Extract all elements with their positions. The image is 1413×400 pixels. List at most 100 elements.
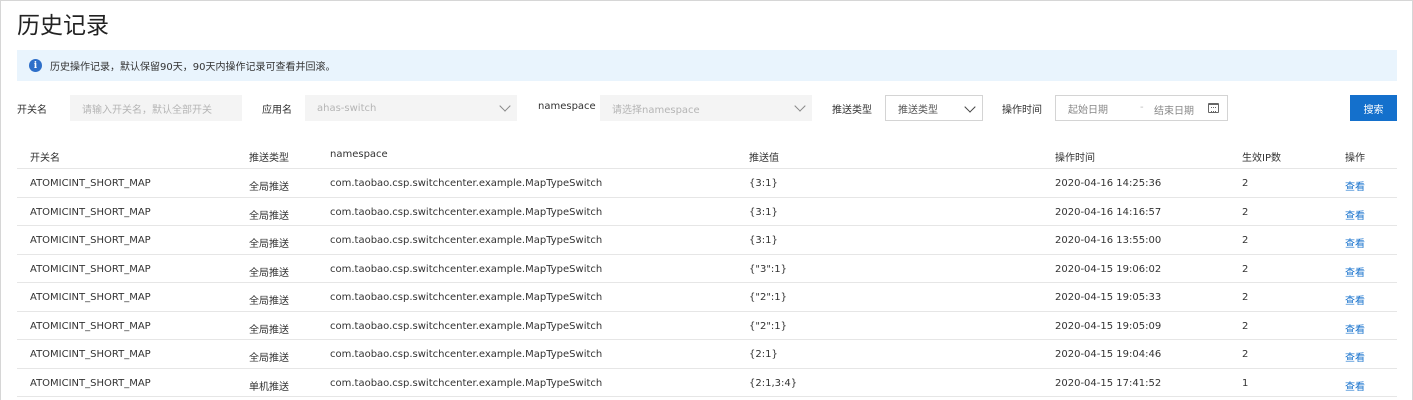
view-link[interactable]: 查看 (1345, 378, 1365, 393)
cell-push-value: {"2":1} (749, 320, 788, 332)
chevron-down-icon (964, 101, 976, 113)
view-link[interactable]: 查看 (1345, 321, 1365, 336)
view-link[interactable]: 查看 (1345, 292, 1365, 307)
view-link[interactable]: 查看 (1345, 178, 1365, 193)
cell-op-time: 2020-04-15 19:06:02 (1055, 263, 1162, 275)
cell-push-value: {3:1} (749, 206, 778, 218)
date-separator: - (1140, 102, 1144, 113)
namespace-select[interactable]: 请选择namespace (600, 95, 812, 121)
cell-push-type: 全局推送 (249, 267, 289, 279)
table-row: ATOMICINT_SHORT_MAP 全局推送 com.taobao.csp.sw… (17, 283, 1397, 312)
cell-namespace: com.taobao.csp.switchcenter.example.MapT… (330, 349, 603, 360)
cell-ip-count: 2 (1242, 178, 1249, 189)
cell-namespace: com.taobao.csp.switchcenter.example.MapT… (330, 206, 603, 218)
cell-push-type: 全局推送 (249, 296, 289, 307)
cell-push-type: 单机推送 (249, 381, 289, 393)
search-button[interactable]: 搜索 (1350, 95, 1397, 121)
app-label: 应用名 (262, 105, 292, 116)
cell-ip-count: 1 (1242, 377, 1249, 389)
push-type-label: 推送类型 (832, 105, 872, 116)
cell-push-type: 全局推送 (249, 182, 289, 193)
date-range-picker[interactable]: 起始日期 - 结束日期 (1055, 95, 1228, 121)
cell-op-time: 2020-04-15 19:05:33 (1055, 292, 1162, 303)
namespace-placeholder: 请选择namespace (612, 104, 700, 116)
cell-namespace: com.taobao.csp.switchcenter.example.MapT… (330, 377, 603, 389)
chevron-down-icon (794, 100, 806, 112)
cell-ip-count: 2 (1242, 206, 1249, 218)
cell-op-time: 2020-04-15 19:04:46 (1055, 349, 1162, 360)
column-header-push-type: 推送类型 (249, 153, 289, 164)
column-header-op-time: 操作时间 (1055, 153, 1095, 164)
table-body: ATOMICINT_SHORT_MAP 全局推送 com.taobao.csp.sw… (17, 169, 1397, 397)
column-header-ip-count: 生效IP数 (1242, 153, 1281, 164)
end-date-input[interactable]: 结束日期 (1154, 102, 1194, 117)
app-select[interactable]: ahas-switch (305, 95, 517, 121)
view-link[interactable]: 查看 (1345, 264, 1365, 279)
cell-op-time: 2020-04-16 13:55:00 (1055, 235, 1162, 246)
cell-op-time: 2020-04-15 19:05:09 (1055, 320, 1162, 332)
cell-ip-count: 2 (1242, 320, 1249, 332)
cell-ip-count: 2 (1242, 235, 1249, 246)
view-link[interactable]: 查看 (1345, 207, 1365, 222)
cell-push-type: 全局推送 (249, 210, 289, 222)
cell-push-value: {"3":1} (749, 263, 788, 275)
view-link[interactable]: 查看 (1345, 235, 1365, 250)
column-header-action: 操作 (1345, 153, 1365, 164)
cell-namespace: com.taobao.csp.switchcenter.example.MapT… (330, 178, 603, 189)
cell-switch-name: ATOMICINT_SHORT_MAP (30, 235, 151, 246)
cell-op-time: 2020-04-16 14:16:57 (1055, 206, 1162, 218)
table-row: ATOMICINT_SHORT_MAP 单机推送 com.taobao.csp.sw… (17, 369, 1397, 397)
table-row: ATOMICINT_SHORT_MAP 全局推送 com.taobao.csp.sw… (17, 169, 1397, 198)
table-row: ATOMICINT_SHORT_MAP 全局推送 com.taobao.csp.sw… (17, 312, 1397, 340)
view-link[interactable]: 查看 (1345, 349, 1365, 364)
cell-op-time: 2020-04-15 17:41:52 (1055, 377, 1162, 389)
push-type-select[interactable]: 推送类型 (885, 95, 983, 121)
filter-bar: 开关名 请输入开关名，默认全部开关 应用名 ahas-switch namesp… (0, 95, 1413, 121)
cell-push-type: 全局推送 (249, 324, 289, 336)
column-header-push-value: 推送值 (749, 153, 779, 164)
cell-ip-count: 2 (1242, 263, 1249, 275)
cell-switch-name: ATOMICINT_SHORT_MAP (30, 206, 151, 218)
cell-push-type: 全局推送 (249, 239, 289, 250)
app-select-value: ahas-switch (317, 102, 377, 114)
cell-namespace: com.taobao.csp.switchcenter.example.MapT… (330, 263, 603, 275)
table-row: ATOMICINT_SHORT_MAP 全局推送 com.taobao.csp.sw… (17, 226, 1397, 255)
cell-push-value: {3:1} (749, 178, 778, 189)
cell-namespace: com.taobao.csp.switchcenter.example.MapT… (330, 235, 603, 246)
cell-push-value: {2:1} (749, 349, 778, 360)
cell-namespace: com.taobao.csp.switchcenter.example.MapT… (330, 320, 603, 332)
cell-switch-name: ATOMICINT_SHORT_MAP (30, 178, 151, 189)
page-title: 历史记录 (17, 13, 109, 39)
chevron-down-icon (499, 100, 511, 112)
table-row: ATOMICINT_SHORT_MAP 全局推送 com.taobao.csp.sw… (17, 340, 1397, 369)
table-row: ATOMICINT_SHORT_MAP 全局推送 com.taobao.csp.sw… (17, 198, 1397, 226)
switch-name-input[interactable]: 请输入开关名，默认全部开关 (70, 95, 242, 121)
cell-push-type: 全局推送 (249, 353, 289, 364)
cell-switch-name: ATOMICINT_SHORT_MAP (30, 349, 151, 360)
switch-name-placeholder: 请输入开关名，默认全部开关 (82, 104, 212, 116)
notice-banner: i 历史操作记录，默认保留90天，90天内操作记录可查看并回滚。 (17, 50, 1397, 81)
cell-switch-name: ATOMICINT_SHORT_MAP (30, 263, 151, 275)
column-header-namespace: namespace (330, 149, 388, 160)
column-header-switch-name: 开关名 (30, 153, 60, 164)
op-time-label: 操作时间 (1002, 105, 1042, 116)
namespace-label: namespace (538, 101, 596, 112)
table-header: 开关名 推送类型 namespace 推送值 操作时间 生效IP数 操作 (17, 141, 1397, 169)
cell-push-value: {2:1,3:4} (749, 377, 798, 389)
switch-name-label: 开关名 (17, 105, 47, 116)
cell-switch-name: ATOMICINT_SHORT_MAP (30, 292, 151, 303)
calendar-icon[interactable] (1208, 103, 1219, 113)
cell-namespace: com.taobao.csp.switchcenter.example.MapT… (330, 292, 603, 303)
start-date-input[interactable]: 起始日期 (1068, 101, 1108, 116)
cell-push-value: {3:1} (749, 235, 778, 246)
history-table: 开关名 推送类型 namespace 推送值 操作时间 生效IP数 操作 ATO… (17, 141, 1397, 397)
cell-op-time: 2020-04-16 14:25:36 (1055, 178, 1162, 189)
cell-switch-name: ATOMICINT_SHORT_MAP (30, 377, 151, 389)
cell-ip-count: 2 (1242, 292, 1249, 303)
table-row: ATOMICINT_SHORT_MAP 全局推送 com.taobao.csp.sw… (17, 255, 1397, 283)
cell-ip-count: 2 (1242, 349, 1249, 360)
info-icon: i (29, 59, 42, 72)
push-type-value: 推送类型 (898, 104, 938, 116)
cell-switch-name: ATOMICINT_SHORT_MAP (30, 320, 151, 332)
notice-text: 历史操作记录，默认保留90天，90天内操作记录可查看并回滚。 (50, 62, 336, 73)
